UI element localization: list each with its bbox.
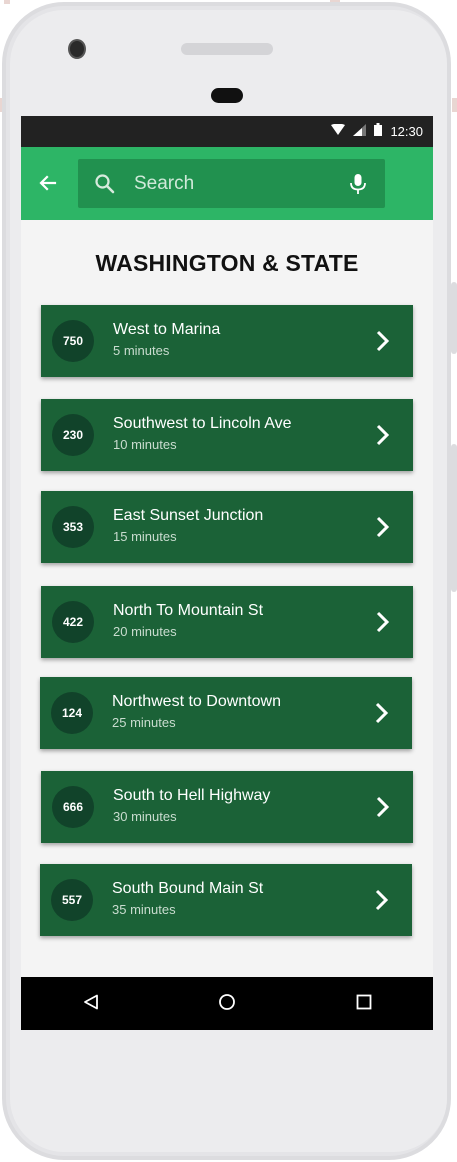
route-card[interactable]: 422 North To Mountain St 20 minutes [41,586,413,658]
square-recents-icon [356,994,372,1015]
route-card[interactable]: 666 South to Hell Highway 30 minutes [41,771,413,843]
route-time: 5 minutes [113,343,170,358]
circle-home-icon [218,993,236,1016]
mic-icon[interactable] [347,172,369,196]
route-card[interactable]: 557 South Bound Main St 35 minutes [40,864,412,936]
route-time: 10 minutes [113,437,177,452]
chevron-right-icon [374,888,390,912]
chevron-right-icon [375,515,391,539]
route-time: 20 minutes [113,624,177,639]
nav-back-button[interactable] [77,990,105,1018]
route-number-badge: 557 [51,879,93,921]
route-card[interactable]: 230 Southwest to Lincoln Ave 10 minutes [41,399,413,471]
route-number-badge: 422 [52,601,94,643]
back-button[interactable] [35,171,61,197]
signal-icon [353,123,367,141]
search-icon [94,173,116,195]
app-bar [21,147,433,220]
route-card[interactable]: 124 Northwest to Downtown 25 minutes [40,677,412,749]
chevron-right-icon [375,329,391,353]
route-number-badge: 353 [52,506,94,548]
route-name: North To Mountain St [113,602,264,619]
route-card[interactable]: 353 East Sunset Junction 15 minutes [41,491,413,563]
route-time: 25 minutes [112,715,176,730]
power-button [451,282,457,354]
front-camera [68,39,86,59]
nav-recents-button[interactable] [350,990,378,1018]
route-time: 30 minutes [113,809,177,824]
route-number-badge: 750 [52,320,94,362]
chevron-right-icon [375,610,391,634]
route-name: West to Marina [113,321,221,338]
chevron-right-icon [375,795,391,819]
route-name: East Sunset Junction [113,507,264,524]
triangle-back-icon [83,994,99,1015]
route-name: South to Hell Highway [113,787,271,804]
earpiece-speaker [181,43,273,55]
route-number-badge: 230 [52,414,94,456]
phone-frame: 12:30 Search WASHINGTON & STATE 750 West… [0,0,457,1162]
chevron-right-icon [375,423,391,447]
search-bar[interactable] [78,159,385,208]
route-card[interactable]: 750 West to Marina 5 minutes [41,305,413,377]
screen: 12:30 Search WASHINGTON & STATE 750 West… [21,116,433,1030]
route-name: Northwest to Downtown [112,693,281,710]
route-name: South Bound Main St [112,880,264,897]
route-number-badge: 666 [52,786,94,828]
status-icons: 12:30 [331,122,423,141]
arrow-back-icon [35,175,61,201]
page-title: WASHINGTON & STATE [95,250,359,276]
route-name: Southwest to Lincoln Ave [113,415,292,432]
navigation-bar [21,977,433,1030]
frame-detail [452,98,457,112]
wifi-icon [331,123,346,141]
route-time: 35 minutes [112,902,176,917]
frame-detail [4,0,10,4]
proximity-sensor [211,88,243,103]
status-time: 12:30 [390,124,423,139]
route-time: 15 minutes [113,529,177,544]
route-number-badge: 124 [51,692,93,734]
battery-icon [374,122,383,141]
nav-home-button[interactable] [213,990,241,1018]
volume-button [451,444,457,592]
chevron-right-icon [374,701,390,725]
search-input[interactable] [134,171,334,197]
status-bar: 12:30 [21,116,433,147]
